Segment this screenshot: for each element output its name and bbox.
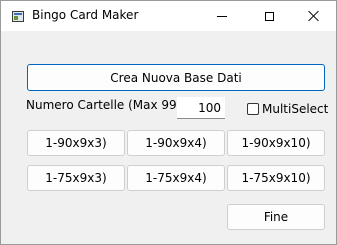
multiselect-checkbox[interactable] — [247, 103, 259, 115]
window-app-icon — [12, 11, 24, 22]
minimize-icon — [217, 15, 227, 17]
close-icon — [308, 10, 320, 22]
window-title: Bingo Card Maker — [32, 8, 139, 22]
minimize-button[interactable] — [199, 1, 245, 31]
close-button[interactable] — [291, 1, 337, 31]
card-count-label: Numero Cartelle (Max 999) — [26, 98, 189, 112]
maximize-button[interactable] — [246, 1, 292, 31]
button-1-90x9x10[interactable]: 1-90x9x10) — [227, 130, 325, 156]
button-1-90x9x3[interactable]: 1-90x9x3) — [27, 130, 125, 156]
multiselect-label[interactable]: MultiSelect — [262, 102, 328, 116]
create-database-button[interactable]: Crea Nuova Base Dati — [27, 64, 325, 91]
button-1-75x9x10[interactable]: 1-75x9x10) — [227, 165, 325, 191]
maximize-icon — [264, 11, 274, 21]
button-1-90x9x4[interactable]: 1-90x9x4) — [127, 130, 225, 156]
card-count-input[interactable]: 100 — [177, 97, 225, 119]
button-1-75x9x4[interactable]: 1-75x9x4) — [127, 165, 225, 191]
button-1-75x9x3[interactable]: 1-75x9x3) — [27, 165, 125, 191]
app-window: Bingo Card Maker Crea Nuova Base Dati Nu… — [0, 0, 337, 245]
finish-button[interactable]: Fine — [227, 204, 325, 230]
title-bar[interactable]: Bingo Card Maker — [1, 1, 336, 31]
